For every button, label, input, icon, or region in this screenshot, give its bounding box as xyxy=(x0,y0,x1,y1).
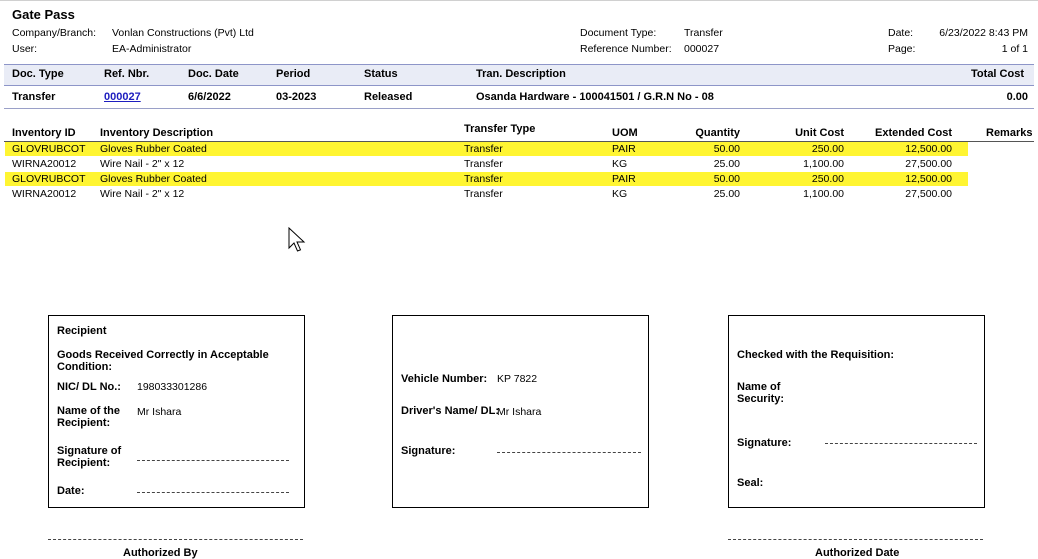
vehicle-box: Vehicle Number: KP 7822 Driver's Name/ D… xyxy=(392,315,649,508)
inv-unit-cost-cell: 1,100.00 xyxy=(803,158,844,170)
authorized-date-line xyxy=(728,539,983,540)
vehicle-signature-label: Signature: xyxy=(401,445,456,457)
recipient-signature-label-1: Signature of xyxy=(57,445,122,457)
inv-unit-cost-cell: 1,100.00 xyxy=(803,188,844,200)
inv-ext-cost-cell: 27,500.00 xyxy=(905,188,952,200)
top-border xyxy=(0,0,1038,1)
inv-col-extended-cost: Extended Cost xyxy=(874,127,952,139)
report-title: Gate Pass xyxy=(12,7,75,22)
ref-nbr-link[interactable]: 000027 xyxy=(104,91,141,103)
inv-desc-cell: Gloves Rubber Coated xyxy=(100,173,207,185)
driver-name-value: Mr Ishara xyxy=(497,406,542,418)
ref-number-label: Reference Number: xyxy=(580,43,672,55)
col-tran-description: Tran. Description xyxy=(476,68,566,80)
doc-type-label: Document Type: xyxy=(580,27,657,39)
col-ref-nbr: Ref. Nbr. xyxy=(104,68,150,80)
inv-desc-cell: Wire Nail - 2" x 12 xyxy=(100,158,185,170)
inv-uom-cell: PAIR xyxy=(612,143,636,155)
inv-col-transfer-type: Transfer Type xyxy=(464,123,536,135)
condition-label-line2: Condition: xyxy=(57,361,112,373)
nic-label: NIC/ DL No.: xyxy=(57,381,121,393)
inv-unit-cost-cell: 250.00 xyxy=(811,173,844,185)
date-label: Date: xyxy=(888,27,914,39)
page-label: Page: xyxy=(888,43,916,55)
inv-col-quantity: Quantity xyxy=(695,127,740,139)
doc-type-value: Transfer xyxy=(684,27,723,39)
inv-col-description: Inventory Description xyxy=(100,127,214,139)
col-doc-date: Doc. Date xyxy=(188,68,239,80)
security-signature-line xyxy=(825,443,977,444)
authorized-by-label: Authorized By xyxy=(123,547,198,559)
driver-name-label: Driver's Name/ DL: xyxy=(401,405,499,417)
authorized-by-line xyxy=(48,539,303,540)
condition-label-line1: Goods Received Correctly in Acceptable xyxy=(57,349,269,361)
recipient-signature-line xyxy=(137,460,289,461)
inv-col-uom: UOM xyxy=(612,127,638,139)
inv-id-cell: WIRNA20012 xyxy=(12,188,77,200)
doc-row-divider xyxy=(4,108,1034,109)
user-value: EA-Administrator xyxy=(112,43,192,55)
inv-id-cell: GLOVRUBCOT xyxy=(12,143,86,155)
security-box: Checked with the Requisition: Name of Se… xyxy=(728,315,985,508)
col-total-cost: Total Cost xyxy=(971,68,1024,80)
inv-id-cell: GLOVRUBCOT xyxy=(12,173,86,185)
inv-qty-cell: 25.00 xyxy=(713,158,740,170)
inv-unit-cost-cell: 250.00 xyxy=(811,143,844,155)
company-value: Vonlan Constructions (Pvt) Ltd xyxy=(112,27,254,39)
inv-qty-cell: 50.00 xyxy=(713,173,740,185)
page-value: 1 of 1 xyxy=(1001,43,1028,55)
inv-col-unit-cost: Unit Cost xyxy=(795,127,844,139)
inv-type-cell: Transfer xyxy=(464,188,503,200)
vehicle-signature-line xyxy=(497,452,641,453)
recipient-signature-label-2: Recipient: xyxy=(57,457,111,469)
checked-requisition-label: Checked with the Requisition: xyxy=(737,349,895,361)
status-cell: Released xyxy=(364,91,413,103)
user-label: User: xyxy=(12,43,38,55)
vehicle-number-value: KP 7822 xyxy=(497,373,538,385)
security-name-label-2: Security: xyxy=(737,393,785,405)
recipient-date-line xyxy=(137,492,289,493)
recipient-name-label-2: Recipient: xyxy=(57,417,111,429)
inv-ext-cost-cell: 27,500.00 xyxy=(905,158,952,170)
inv-ext-cost-cell: 12,500.00 xyxy=(905,173,952,185)
col-period: Period xyxy=(276,68,311,80)
mouse-cursor-icon xyxy=(288,227,306,252)
recipient-name-label-1: Name of the xyxy=(57,405,120,417)
inv-uom-cell: KG xyxy=(612,158,628,170)
inv-desc-cell: Wire Nail - 2" x 12 xyxy=(100,188,185,200)
inv-ext-cost-cell: 12,500.00 xyxy=(905,143,952,155)
doc-date-cell: 6/6/2022 xyxy=(188,91,231,103)
ref-number-value: 000027 xyxy=(684,43,720,55)
inv-uom-cell: PAIR xyxy=(612,173,636,185)
total-cost-cell: 0.00 xyxy=(1006,91,1028,103)
security-name-label-1: Name of xyxy=(737,381,781,393)
inv-qty-cell: 50.00 xyxy=(713,143,740,155)
recipient-date-label: Date: xyxy=(57,485,85,497)
recipient-name-value: Mr Ishara xyxy=(137,406,182,418)
period-cell: 03-2023 xyxy=(276,91,317,103)
recipient-title: Recipient xyxy=(57,325,107,337)
description-cell: Osanda Hardware - 100041501 / G.R.N No -… xyxy=(476,91,714,103)
inv-col-id: Inventory ID xyxy=(12,127,76,139)
inv-type-cell: Transfer xyxy=(464,143,503,155)
col-status: Status xyxy=(364,68,398,80)
inv-qty-cell: 25.00 xyxy=(713,188,740,200)
nic-value: 198033301286 xyxy=(137,381,208,393)
inv-type-cell: Transfer xyxy=(464,158,503,170)
vehicle-number-label: Vehicle Number: xyxy=(401,373,488,385)
company-label: Company/Branch: xyxy=(12,27,97,39)
inv-col-remarks: Remarks xyxy=(986,127,1033,139)
seal-label: Seal: xyxy=(737,477,764,489)
date-value: 6/23/2022 8:43 PM xyxy=(939,27,1028,39)
col-doc-type: Doc. Type xyxy=(12,68,64,80)
inv-uom-cell: KG xyxy=(612,188,628,200)
security-signature-label: Signature: xyxy=(737,437,792,449)
recipient-box: Recipient Goods Received Correctly in Ac… xyxy=(48,315,305,508)
doc-type-cell: Transfer xyxy=(12,91,56,103)
inv-desc-cell: Gloves Rubber Coated xyxy=(100,143,207,155)
inv-type-cell: Transfer xyxy=(464,173,503,185)
inv-id-cell: WIRNA20012 xyxy=(12,158,77,170)
authorized-date-label: Authorized Date xyxy=(815,547,900,559)
